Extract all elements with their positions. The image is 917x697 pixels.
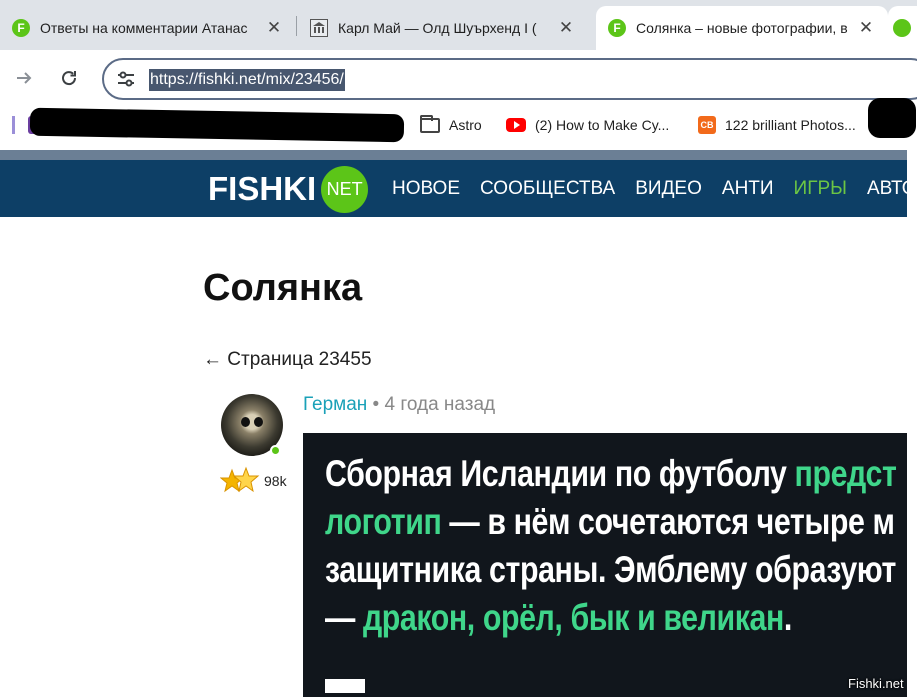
bookmark-label: 122 brilliant Photos...: [725, 117, 856, 133]
author-link[interactable]: Герман: [303, 394, 367, 415]
bookmarks-bar: Astro (2) How to Make Cy... CB 122 brill…: [0, 98, 917, 144]
tab-title: Солянка – новые фотографии, в: [636, 20, 848, 36]
site-top-strip: [0, 150, 907, 160]
fishki-f-icon: F: [12, 19, 30, 37]
youtube-icon: [506, 118, 526, 132]
image-text-highlight: предст: [794, 453, 897, 494]
bookmark-photos[interactable]: CB 122 brilliant Photos...: [698, 114, 856, 136]
bookmark-youtube[interactable]: (2) How to Make Cy...: [506, 114, 669, 136]
redacted-area: [29, 107, 405, 143]
museum-icon: [310, 19, 328, 37]
post-image[interactable]: Сборная Исландии по футболу предст логот…: [303, 433, 907, 697]
page-title: Солянка: [203, 267, 363, 309]
tab-answers[interactable]: F Ответы на комментарии Атанас ✕: [0, 6, 296, 50]
site-nav: НОВОЕ СООБЩЕСТВА ВИДЕО АНТИ ИГРЫ АВТО: [392, 178, 917, 200]
online-status-icon: [270, 445, 281, 456]
site-header: FISHKI NET НОВОЕ СООБЩЕСТВА ВИДЕО АНТИ И…: [0, 160, 917, 217]
image-text: Сборная Исландии по футболу: [325, 453, 795, 494]
url-text[interactable]: https://fishki.net/mix/23456/: [149, 69, 345, 91]
nav-anti[interactable]: АНТИ: [722, 178, 774, 200]
tab-strip: F Ответы на комментарии Атанас ✕ Карл Ма…: [0, 0, 917, 50]
image-text-line: логотип — в нём сочетаются четыре м: [325, 501, 895, 543]
bookmark-partial-icon: [12, 116, 15, 134]
rating-stars-icon: [220, 466, 260, 493]
image-text-line: Сборная Исландии по футболу предст: [325, 453, 897, 495]
post-author-line: Герман • 4 года назад: [303, 394, 495, 416]
bookmark-label: Astro: [449, 117, 482, 133]
tab-title: Карл Май — Олд Шуърхенд I (: [338, 20, 537, 36]
page-edge: [907, 150, 917, 697]
fishki-f-icon: [893, 19, 911, 37]
nav-video[interactable]: ВИДЕО: [635, 178, 702, 200]
browser-toolbar: https://fishki.net/mix/23456/: [0, 50, 917, 106]
tab-solyanka[interactable]: F Солянка – новые фотографии, в ✕: [596, 6, 888, 50]
nav-communities[interactable]: СООБЩЕСТВА: [480, 178, 615, 200]
nav-games[interactable]: ИГРЫ: [794, 178, 847, 200]
bookmark-label: (2) How to Make Cy...: [535, 117, 670, 133]
rating-value: 98k: [264, 473, 287, 489]
fishki-f-icon: F: [608, 19, 626, 37]
folder-icon: [420, 114, 440, 133]
site-logo[interactable]: FISHKI NET: [208, 165, 369, 213]
tab-separator: [296, 16, 297, 36]
avatar-eye: [241, 417, 250, 427]
bookmark-astro[interactable]: Astro: [420, 114, 482, 136]
image-text: защитника страны. Эмблему образуют: [325, 549, 897, 590]
forward-icon[interactable]: [10, 64, 38, 92]
image-text-line: защитника страны. Эмблему образуют: [325, 549, 896, 591]
watermark: Fishki.net: [848, 676, 904, 691]
close-icon[interactable]: ✕: [264, 18, 284, 38]
close-icon[interactable]: ✕: [556, 18, 576, 38]
logo-badge: NET: [321, 165, 369, 213]
tab-karl-may[interactable]: Карл Май — Олд Шуърхенд I ( ✕: [298, 6, 588, 50]
cb-icon: CB: [698, 116, 716, 134]
image-text: — в нём сочетаются четыре м: [441, 501, 895, 542]
image-text: .: [783, 597, 792, 638]
image-text-partial: [325, 679, 365, 693]
redacted-area: [868, 98, 916, 138]
nav-new[interactable]: НОВОЕ: [392, 178, 460, 200]
site-info-icon[interactable]: [116, 69, 136, 89]
close-icon[interactable]: ✕: [856, 18, 876, 38]
image-text-line: — дракон, орёл, бык и великан.: [325, 597, 792, 639]
image-text-highlight: логотип: [325, 501, 442, 542]
logo-text: FISHKI: [208, 170, 317, 207]
image-text-highlight: дракон, орёл, бык и великан: [362, 597, 784, 638]
tab-title: Ответы на комментарии Атанас: [40, 20, 248, 36]
avatar-eye: [254, 417, 263, 427]
tab-partial[interactable]: [888, 6, 917, 50]
address-bar[interactable]: https://fishki.net/mix/23456/: [102, 58, 917, 100]
post-timestamp: • 4 года назад: [367, 394, 496, 415]
prev-page-link[interactable]: ← Страница 23455: [203, 349, 372, 371]
reload-icon[interactable]: [55, 64, 83, 92]
image-text: —: [325, 597, 363, 638]
